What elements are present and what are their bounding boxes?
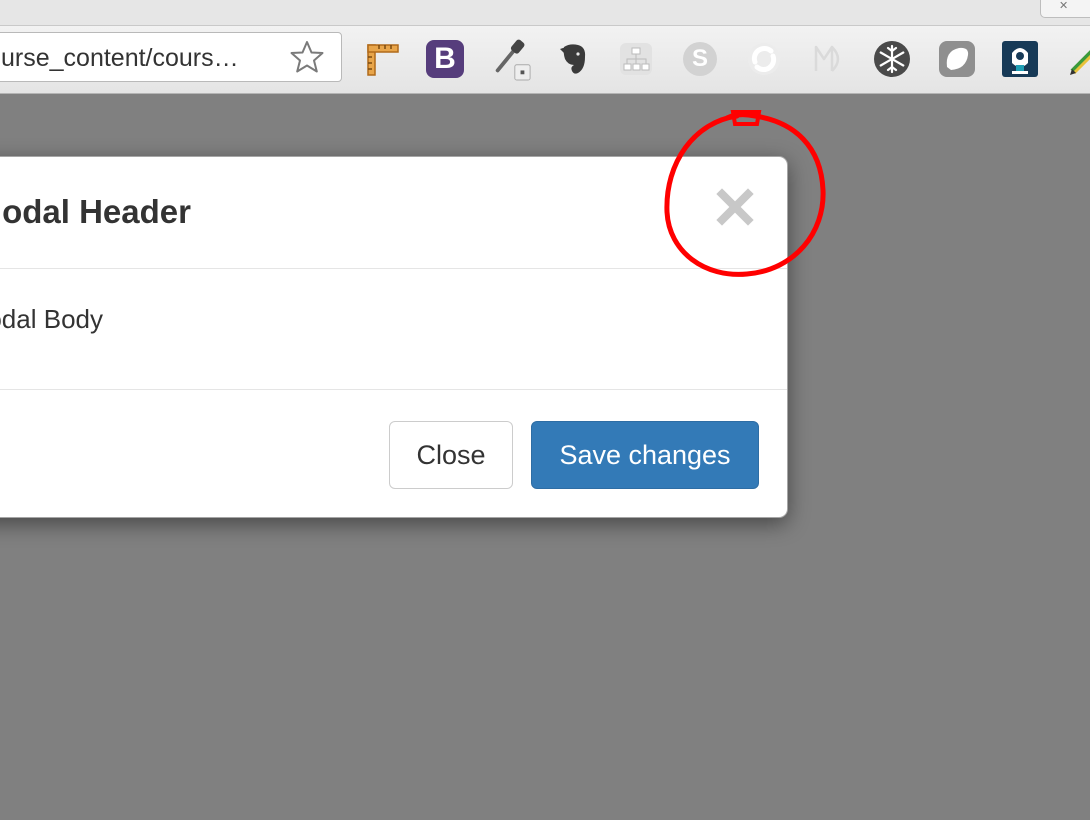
markdown-extension-icon[interactable]: [807, 38, 849, 80]
modal-title-text: Modal Header: [0, 193, 191, 230]
robot-extension-icon[interactable]: [999, 38, 1041, 80]
evernote-extension-icon[interactable]: [552, 38, 594, 80]
modal-body-content: Modal Body: [0, 304, 103, 334]
rounded-square-extension-icon[interactable]: [936, 38, 978, 80]
snowflake-extension-icon[interactable]: [871, 38, 913, 80]
close-button[interactable]: Close: [389, 421, 513, 489]
star-outline-icon[interactable]: [289, 39, 325, 75]
sitemap-extension-icon[interactable]: [615, 38, 657, 80]
browser-tab[interactable]: ✕: [1040, 0, 1090, 18]
skype-extension-icon[interactable]: S: [679, 38, 721, 80]
modal-header: Modal Header: [0, 157, 787, 269]
modal-title: Modal Header: [0, 193, 191, 231]
modal-body: Modal Body: [0, 269, 787, 390]
address-bar-url[interactable]: urse_content/cours…: [1, 44, 281, 73]
tab-close-icon[interactable]: ✕: [1059, 0, 1068, 12]
bootstrap-letter: B: [426, 40, 464, 78]
pencil-extension-icon[interactable]: [1062, 38, 1090, 80]
refresh-extension-icon[interactable]: [743, 38, 785, 80]
address-bar[interactable]: urse_content/cours…: [0, 32, 342, 82]
browser-toolbar: urse_content/cours… B S: [0, 26, 1090, 94]
bootstrap-extension-icon[interactable]: B: [424, 38, 466, 80]
modal-dialog: Modal Header Modal Body Close Save chang…: [0, 156, 788, 518]
save-changes-button[interactable]: Save changes: [531, 421, 759, 489]
close-x-icon[interactable]: [715, 187, 755, 227]
browser-tab-strip: ✕: [0, 0, 1090, 26]
ruler-extension-icon[interactable]: [361, 38, 403, 80]
skype-letter: S: [683, 42, 717, 76]
eyedropper-extension-icon[interactable]: [490, 38, 532, 81]
modal-body-text: Modal Body: [0, 304, 103, 335]
page: ✕ urse_content/cours… B S odal Header da…: [0, 0, 1090, 820]
